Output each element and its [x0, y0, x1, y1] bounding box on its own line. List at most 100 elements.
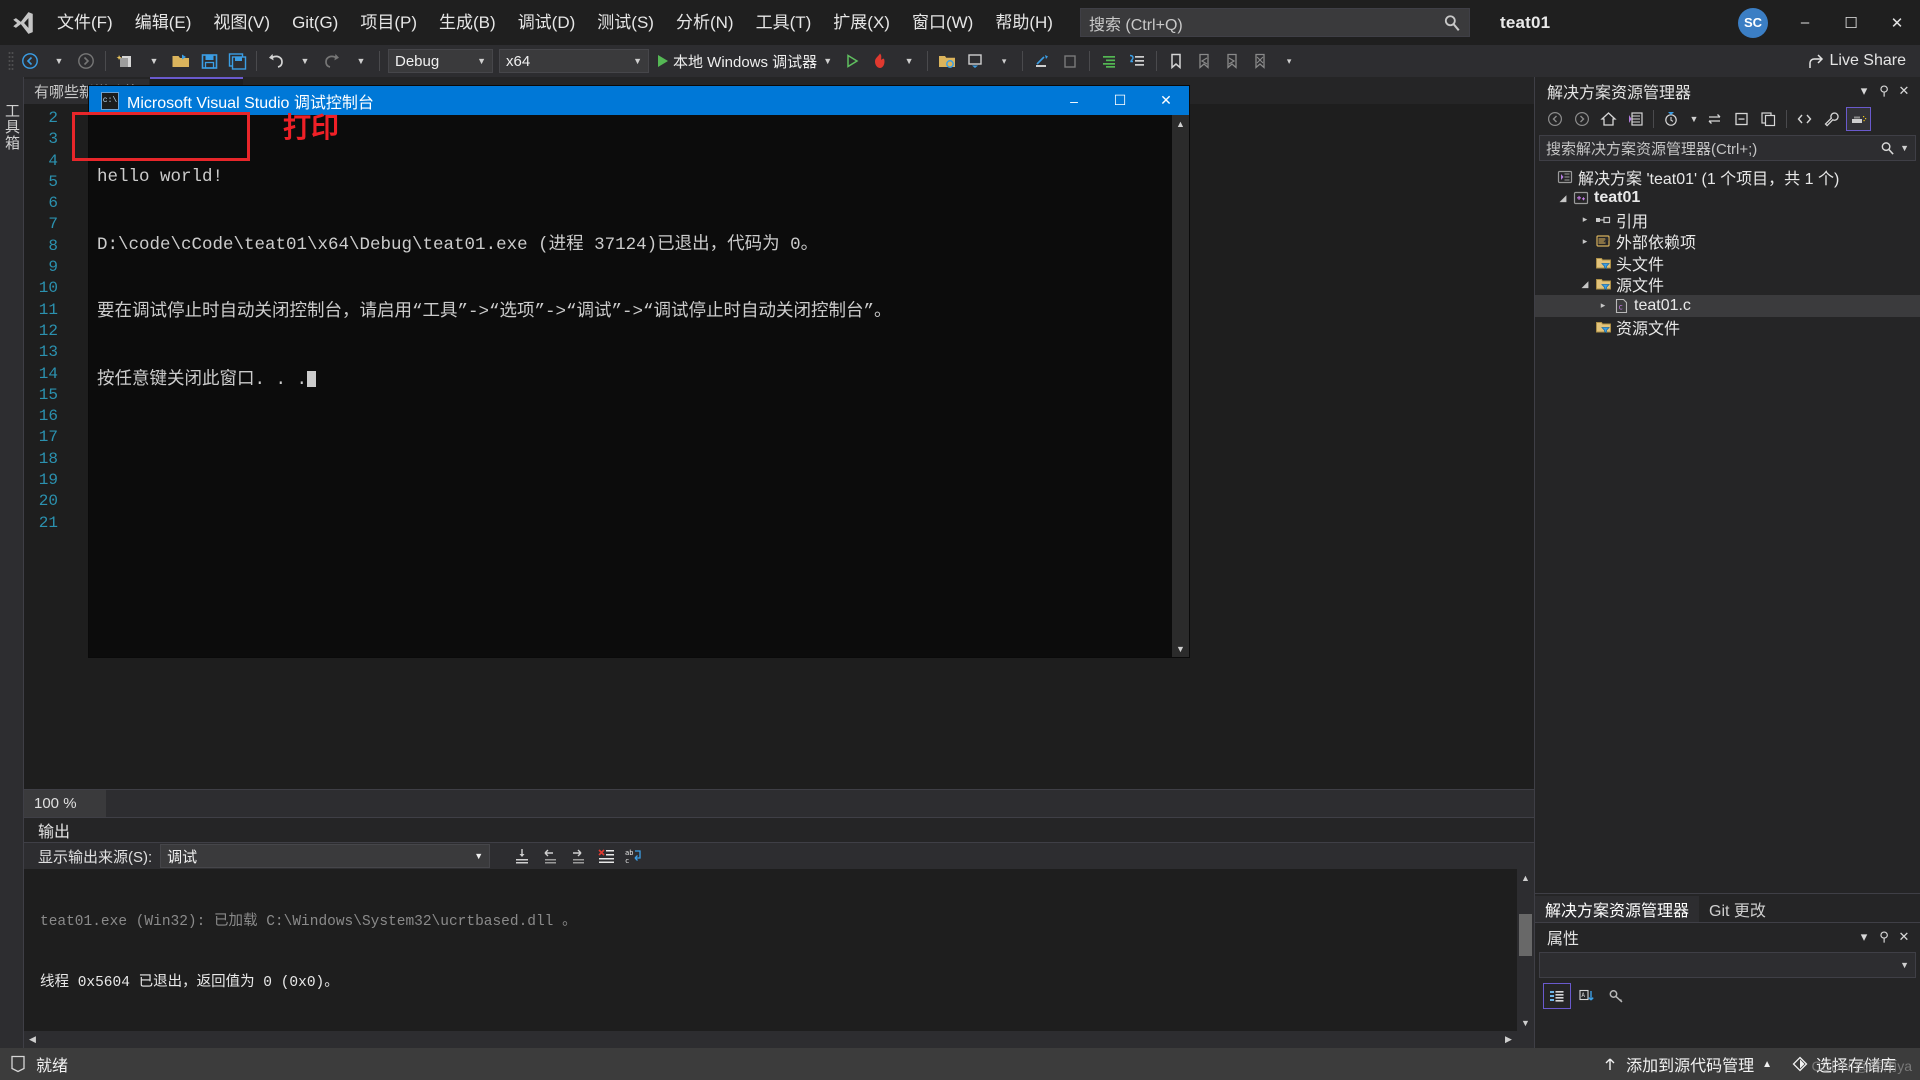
- maximize-button[interactable]: ☐: [1828, 0, 1874, 45]
- tab-solution-explorer[interactable]: 解决方案资源管理器: [1535, 896, 1700, 922]
- save-icon[interactable]: [196, 48, 222, 74]
- console-title-bar[interactable]: c:\ Microsoft Visual Studio 调试控制台 – ☐ ✕: [89, 86, 1189, 115]
- toolbar-overflow-icon[interactable]: ▾: [990, 48, 1016, 74]
- console-close-button[interactable]: ✕: [1143, 86, 1189, 115]
- console-maximize-button[interactable]: ☐: [1097, 86, 1143, 115]
- toggle-word-wrap-icon[interactable]: ab c: [620, 843, 648, 869]
- step-into-icon[interactable]: [1029, 48, 1055, 74]
- menu-extensions[interactable]: 扩展(X): [822, 0, 901, 45]
- output-text-area[interactable]: teat01.exe (Win32): 已加载 C:\Windows\Syste…: [24, 869, 1534, 1031]
- tree-node-solution[interactable]: 解决方案 'teat01' (1 个项目，共 1 个): [1535, 166, 1920, 188]
- menu-analyze[interactable]: 分析(N): [665, 0, 745, 45]
- avatar[interactable]: SC: [1738, 7, 1768, 38]
- navigate-backward-dropdown-icon[interactable]: ▼: [45, 48, 71, 74]
- tree-twisty[interactable]: ◢: [1555, 193, 1571, 204]
- debug-console-window[interactable]: c:\ Microsoft Visual Studio 调试控制台 – ☐ ✕ …: [89, 86, 1189, 657]
- tree-twisty[interactable]: ▸: [1577, 214, 1593, 225]
- scroll-up-icon[interactable]: ▲: [1172, 115, 1189, 132]
- toolbar-more-icon[interactable]: ▾: [1275, 48, 1301, 74]
- new-project-icon[interactable]: [112, 48, 138, 74]
- tree-twisty[interactable]: ◢: [1577, 279, 1593, 290]
- alphabetical-view-icon[interactable]: A: [1573, 983, 1601, 1009]
- tree-node-header-files[interactable]: 头文件: [1535, 252, 1920, 274]
- menu-file[interactable]: 文件(F): [46, 0, 124, 45]
- menu-test[interactable]: 测试(S): [586, 0, 665, 45]
- menu-window[interactable]: 窗口(W): [901, 0, 984, 45]
- menu-help[interactable]: 帮助(H): [984, 0, 1064, 45]
- next-bookmark-icon[interactable]: [1219, 48, 1245, 74]
- console-minimize-button[interactable]: –: [1051, 86, 1097, 115]
- property-pages-key-icon[interactable]: [1603, 983, 1631, 1009]
- global-search-input[interactable]: 搜索 (Ctrl+Q): [1079, 8, 1470, 37]
- scroll-up-icon[interactable]: ▲: [1517, 869, 1534, 886]
- step-over-icon[interactable]: [1057, 48, 1083, 74]
- solution-view-icon[interactable]: [1623, 107, 1648, 131]
- hot-reload-icon[interactable]: [867, 48, 893, 74]
- solution-platform-combo[interactable]: x64 ▼: [499, 49, 649, 73]
- menu-debug[interactable]: 调试(D): [507, 0, 587, 45]
- scroll-down-icon[interactable]: ▼: [1172, 640, 1189, 657]
- indent-lines-icon[interactable]: [1096, 48, 1122, 74]
- tree-node-resource-files[interactable]: 资源文件: [1535, 317, 1920, 338]
- add-to-source-control-button[interactable]: 添加到源代码管理 ▲: [1592, 1048, 1782, 1080]
- save-all-icon[interactable]: [224, 48, 250, 74]
- tree-node-external-dependencies[interactable]: ▸ 外部依赖项: [1535, 231, 1920, 252]
- solution-tree[interactable]: 解决方案 'teat01' (1 个项目，共 1 个) ◢ teat01 ▸ 引…: [1535, 164, 1920, 893]
- undo-icon[interactable]: [263, 48, 289, 74]
- show-all-files-icon[interactable]: [1756, 107, 1781, 131]
- solution-explorer-search-input[interactable]: 搜索解决方案资源管理器(Ctrl+;) ▼: [1539, 135, 1916, 161]
- chevron-down-icon[interactable]: ▼: [1900, 143, 1909, 153]
- redo-icon[interactable]: [319, 48, 345, 74]
- filter-dropdown-icon[interactable]: ▼: [1686, 107, 1700, 131]
- start-without-debugging-icon[interactable]: [839, 48, 865, 74]
- scroll-down-icon[interactable]: ▼: [1517, 1014, 1534, 1031]
- menu-tools[interactable]: 工具(T): [745, 0, 823, 45]
- tree-node-project[interactable]: ◢ teat01: [1535, 188, 1920, 210]
- toolbar-grip[interactable]: [6, 50, 16, 72]
- pending-changes-filter-icon[interactable]: [1659, 107, 1684, 131]
- chevron-down-icon[interactable]: ▾: [1854, 926, 1874, 948]
- close-button[interactable]: ✕: [1874, 0, 1920, 45]
- back-icon[interactable]: [1542, 107, 1567, 131]
- console-vertical-scrollbar[interactable]: ▲ ▼: [1172, 115, 1189, 657]
- menu-git[interactable]: Git(G): [281, 0, 349, 45]
- zoom-level-control[interactable]: 100 %: [24, 790, 106, 817]
- properties-wrench-icon[interactable]: [1819, 107, 1844, 131]
- properties-object-select[interactable]: ▼: [1539, 952, 1916, 978]
- start-debugging-button[interactable]: 本地 Windows 调试器 ▼: [652, 48, 838, 74]
- scroll-left-icon[interactable]: ◀: [24, 1031, 41, 1048]
- close-icon[interactable]: ✕: [1894, 80, 1914, 102]
- navigate-forward-icon[interactable]: [73, 48, 99, 74]
- tree-twisty[interactable]: ▸: [1577, 236, 1593, 247]
- select-startup-item-icon[interactable]: [934, 48, 960, 74]
- comment-lines-icon[interactable]: [1124, 48, 1150, 74]
- undo-dropdown-icon[interactable]: ▼: [291, 48, 317, 74]
- scroll-right-icon[interactable]: ▶: [1500, 1031, 1517, 1048]
- scrollbar-thumb[interactable]: [1519, 914, 1532, 956]
- bookmark-icon[interactable]: [1163, 48, 1189, 74]
- chevron-down-icon[interactable]: ▾: [1854, 80, 1874, 102]
- tab-git-changes[interactable]: Git 更改: [1699, 896, 1776, 922]
- sync-with-active-document-icon[interactable]: [1702, 107, 1727, 131]
- go-to-previous-message-icon[interactable]: [536, 843, 564, 869]
- pin-icon[interactable]: ⚲: [1874, 926, 1894, 948]
- menu-project[interactable]: 项目(P): [349, 0, 428, 45]
- categorized-view-icon[interactable]: [1543, 983, 1571, 1009]
- navigate-backward-icon[interactable]: [17, 48, 43, 74]
- forward-icon[interactable]: [1569, 107, 1594, 131]
- open-file-icon[interactable]: [168, 48, 194, 74]
- output-source-select[interactable]: 调试 ▼: [160, 844, 491, 868]
- output-horizontal-scrollbar[interactable]: ◀ ▶: [24, 1031, 1534, 1048]
- tree-node-source-files[interactable]: ◢ 源文件: [1535, 274, 1920, 295]
- close-icon[interactable]: ✕: [1894, 926, 1914, 948]
- select-next-statement-icon[interactable]: [962, 48, 988, 74]
- tree-node-teat01-c[interactable]: ▸ c teat01.c: [1535, 295, 1920, 317]
- go-to-next-message-icon[interactable]: [564, 843, 592, 869]
- previous-bookmark-icon[interactable]: [1191, 48, 1217, 74]
- collapse-all-icon[interactable]: [1729, 107, 1754, 131]
- tree-twisty[interactable]: ▸: [1595, 300, 1611, 311]
- output-vertical-scrollbar[interactable]: ▲ ▼: [1517, 869, 1534, 1031]
- find-message-icon[interactable]: [508, 843, 536, 869]
- minimize-button[interactable]: –: [1782, 0, 1828, 45]
- tree-node-references[interactable]: ▸ 引用: [1535, 209, 1920, 231]
